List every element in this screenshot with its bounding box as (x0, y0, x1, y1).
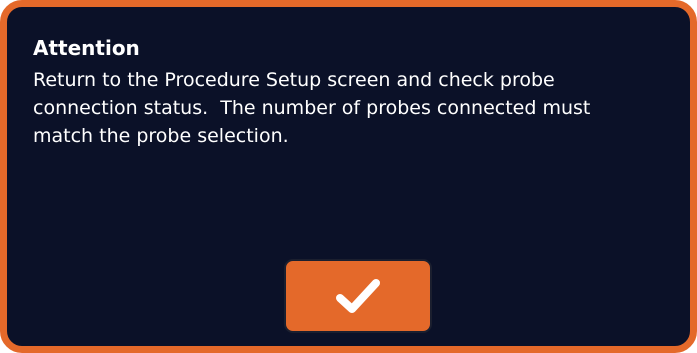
attention-dialog: Attention Return to the Procedure Setup … (0, 0, 697, 353)
message-line-3: match the probe selection. (33, 125, 289, 147)
message-line-1: Return to the Procedure Setup screen and… (33, 69, 555, 91)
confirm-button[interactable] (284, 259, 432, 333)
message-line-2: connection status. The number of probes … (33, 97, 591, 119)
dialog-title: Attention (33, 36, 140, 60)
dialog-message: Return to the Procedure Setup screen and… (33, 66, 653, 150)
checkmark-icon (336, 279, 380, 313)
